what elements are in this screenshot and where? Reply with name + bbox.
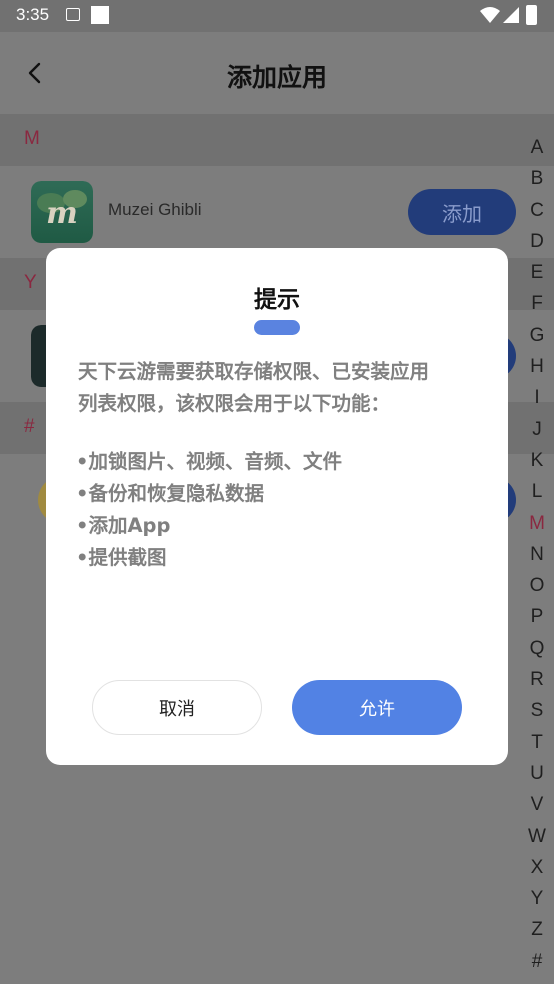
- page-title: 添加应用: [226, 63, 327, 92]
- description-line: 天下云游需要获取存储权限、已安装应用: [78, 360, 430, 383]
- alphabet-letter[interactable]: Z: [520, 914, 554, 945]
- alphabet-letter[interactable]: E: [520, 257, 554, 288]
- muzei-ghibli-app-icon: m: [31, 181, 93, 243]
- alphabet-letter[interactable]: G: [520, 320, 554, 351]
- notification-icon: [66, 8, 80, 21]
- alphabet-letter[interactable]: R: [520, 664, 554, 695]
- cancel-button[interactable]: 取消: [92, 680, 262, 735]
- alphabet-letter[interactable]: S: [520, 695, 554, 726]
- feature-item: •添加App: [76, 514, 171, 537]
- alphabet-letter[interactable]: #: [520, 946, 554, 977]
- dialog-title: 提示: [254, 287, 300, 313]
- feature-item: •加锁图片、视频、音频、文件: [76, 450, 342, 473]
- alphabet-letter[interactable]: U: [520, 758, 554, 789]
- status-bar: 3:35: [0, 0, 554, 32]
- alphabet-letter[interactable]: D: [520, 226, 554, 257]
- notification-square-icon: [91, 6, 109, 24]
- permission-dialog: 提示 天下云游需要获取存储权限、已安装应用 列表权限，该权限会用于以下功能： •…: [46, 248, 508, 765]
- app-name: Muzei Ghibli: [108, 200, 202, 219]
- section-letter: M: [24, 128, 40, 149]
- dialog-description: 天下云游需要获取存储权限、已安装应用 列表权限，该权限会用于以下功能：: [78, 356, 478, 420]
- alphabet-letter[interactable]: X: [520, 852, 554, 883]
- alphabet-letter[interactable]: P: [520, 601, 554, 632]
- app-bar: 添加应用: [0, 32, 554, 114]
- alphabet-letter[interactable]: I: [520, 382, 554, 413]
- alphabet-letter[interactable]: T: [520, 727, 554, 758]
- alphabet-letter[interactable]: A: [520, 132, 554, 163]
- alphabet-letter[interactable]: C: [520, 195, 554, 226]
- alphabet-letter[interactable]: Q: [520, 633, 554, 664]
- status-time: 3:35: [16, 5, 50, 24]
- feature-list: •加锁图片、视频、音频、文件 •备份和恢复隐私数据 •添加App •提供截图: [76, 446, 476, 574]
- feature-item: •提供截图: [76, 546, 167, 569]
- description-line: 列表权限，该权限会用于以下功能：: [78, 392, 391, 415]
- list-item-muzei-ghibli: m Muzei Ghibli 添加: [0, 166, 554, 258]
- wifi-icon: [480, 7, 500, 23]
- section-header-m: M: [0, 114, 554, 166]
- alphabet-letter[interactable]: M: [520, 508, 554, 539]
- svg-text:m: m: [46, 196, 78, 231]
- signal-icon: [503, 7, 519, 23]
- section-letter: Y: [24, 272, 37, 293]
- section-letter: #: [24, 416, 35, 437]
- alphabet-letter[interactable]: L: [520, 476, 554, 507]
- alphabet-letter[interactable]: W: [520, 821, 554, 852]
- alphabet-letter[interactable]: F: [520, 288, 554, 319]
- alphabet-letter[interactable]: K: [520, 445, 554, 476]
- feature-item: •备份和恢复隐私数据: [76, 482, 264, 505]
- add-button[interactable]: 添加: [408, 189, 516, 235]
- alphabet-letter[interactable]: Y: [520, 883, 554, 914]
- alphabet-letter[interactable]: B: [520, 163, 554, 194]
- allow-button[interactable]: 允许: [292, 680, 462, 735]
- alphabet-letter[interactable]: V: [520, 789, 554, 820]
- alphabet-letter[interactable]: O: [520, 570, 554, 601]
- alphabet-letter[interactable]: H: [520, 351, 554, 382]
- title-underline: [254, 320, 300, 335]
- alphabet-letter[interactable]: J: [520, 414, 554, 445]
- alphabet-index[interactable]: A B C D E F G H I J K L M N O P Q R S T U V W X Y Z #: [520, 132, 554, 977]
- alphabet-letter[interactable]: N: [520, 539, 554, 570]
- battery-icon: [526, 5, 537, 25]
